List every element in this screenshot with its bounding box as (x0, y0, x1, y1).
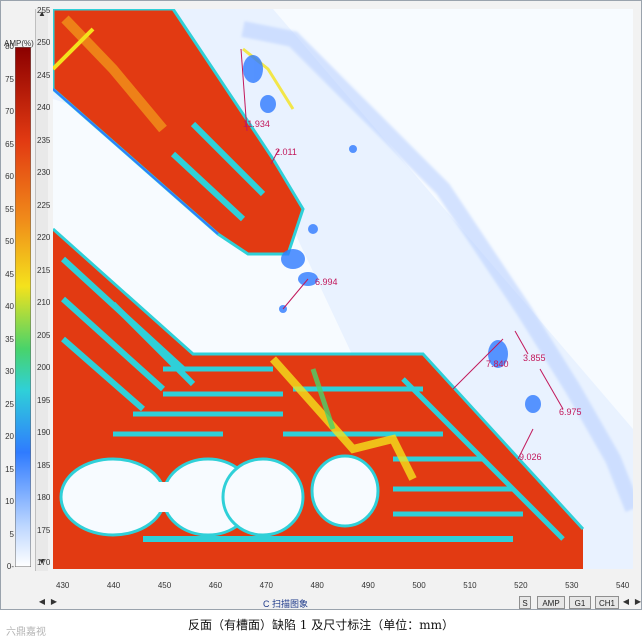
y-axis-tick-label: 205 (37, 330, 51, 340)
ultrasonic-c-scan-window: AMP(%) 80 75 70 65 60 55 50 45 40 35 30 25 20 15 10 5 0- (0, 0, 642, 610)
x-axis-tick-label: 490 (361, 581, 375, 590)
colorbar-tick-label: 65 (5, 139, 14, 149)
annotation-3-855: 3.855 (523, 353, 546, 363)
colorbar-tick-label: 5 (9, 529, 14, 539)
status-bar: ◀ ▶ C 扫描图象 S AMP G1 CH1 ◀ ▶ (37, 596, 641, 610)
colorbar-tick-label: 20 (5, 432, 14, 441)
y-axis-tick-label: 220 (37, 233, 51, 243)
x-axis-tick-label: 450 (157, 581, 172, 590)
button-amp[interactable]: AMP (537, 596, 565, 609)
y-axis-tick-label: 185 (37, 460, 51, 470)
x-axis-tick-label: 480 (310, 581, 324, 590)
annotation-6-975: 6.975 (559, 407, 582, 417)
colorbar-tick-label: 75 (5, 74, 14, 84)
colorbar-tick-label: 35 (5, 334, 14, 344)
x-axis-tick-label: 430 (56, 581, 70, 590)
nav-right-icon[interactable]: ▶ (633, 597, 642, 607)
colorbar-tick-label: 30 (5, 367, 14, 376)
y-axis-tick-label: 210 (37, 298, 51, 308)
x-axis: 430 440 450 460 470 480 490 500 510 520 530 540 (53, 581, 633, 595)
y-axis-tick-label: 235 (37, 135, 51, 145)
watermark: 六鼎嘉视 (6, 627, 46, 638)
y-axis-tick-label: 240 (37, 103, 51, 113)
y-axis-tick-label: 170 (37, 558, 51, 567)
x-axis-tick-label: 440 (106, 581, 121, 590)
y-axis-tick-label: 200 (37, 363, 51, 373)
scroll-left-icon[interactable]: ◀ (37, 597, 47, 607)
y-axis-tick-label: 190 (37, 428, 51, 438)
colorbar-tick-label: 50 (5, 237, 14, 246)
button-ch1[interactable]: CH1 (595, 596, 619, 609)
colorbar-tick-label: 40 (5, 302, 14, 311)
scan-title: C 扫描图象 (263, 599, 309, 609)
colorbar-tick-label: 15 (5, 464, 14, 474)
colorbar-tick-label: 0- (6, 562, 14, 571)
colorbar-tick-label: 55 (5, 204, 14, 214)
x-axis-tick-label: 470 (259, 581, 273, 590)
x-axis-tick-label: 500 (412, 581, 426, 590)
amplitude-colorbar (14, 46, 32, 568)
x-axis-tick-label: 510 (463, 581, 477, 590)
x-axis-tick-label: 520 (514, 581, 528, 590)
annotation-9-026: 9.026 (519, 452, 542, 462)
y-axis-tick-label: 245 (37, 70, 51, 80)
annotation-11-934: 11.934 (243, 119, 270, 129)
scroll-right-icon[interactable]: ▶ (49, 597, 59, 607)
colorbar-tick-label: 45 (5, 269, 14, 279)
y-axis-tick-label: 180 (37, 493, 51, 503)
colorbar-tick-label: 80 (5, 42, 14, 51)
y-axis-tick-label: 250 (37, 38, 51, 48)
y-axis-tick-label: 215 (37, 265, 51, 275)
button-s[interactable]: S (519, 596, 531, 609)
x-axis-tick-label: 540 (616, 581, 630, 590)
button-g1[interactable]: G1 (569, 596, 591, 609)
colorbar-tick-label: 70 (5, 107, 14, 116)
y-axis-tick-label: 225 (37, 200, 51, 210)
x-axis-tick-label: 530 (565, 581, 579, 590)
x-axis-tick-label: 460 (208, 581, 223, 590)
vertical-scrollbar[interactable]: ▲ ▼ (35, 9, 48, 571)
annotation-2-011: 2.011 (275, 147, 297, 157)
colorbar-tick-label: 60 (5, 172, 14, 181)
annotation-7-840: 7.840 (486, 359, 509, 369)
colorbar-tick-label: 25 (5, 399, 14, 409)
nav-left-icon[interactable]: ◀ (621, 597, 631, 607)
y-axis-tick-label: 230 (37, 168, 51, 178)
c-scan-image[interactable]: 11.934 2.011 6.994 7.840 3.855 6.975 9.0… (53, 9, 633, 569)
y-axis-tick-label: 195 (37, 395, 51, 405)
annotation-6-994: 6.994 (315, 277, 338, 287)
y-axis-tick-label: 255 (37, 6, 51, 15)
figure-caption: 反面（有槽面）缺陷 1 及尺寸标注（单位：mm） (187, 618, 455, 632)
colorbar-tick-label: 10 (5, 497, 14, 506)
y-axis-tick-label: 175 (37, 525, 51, 535)
